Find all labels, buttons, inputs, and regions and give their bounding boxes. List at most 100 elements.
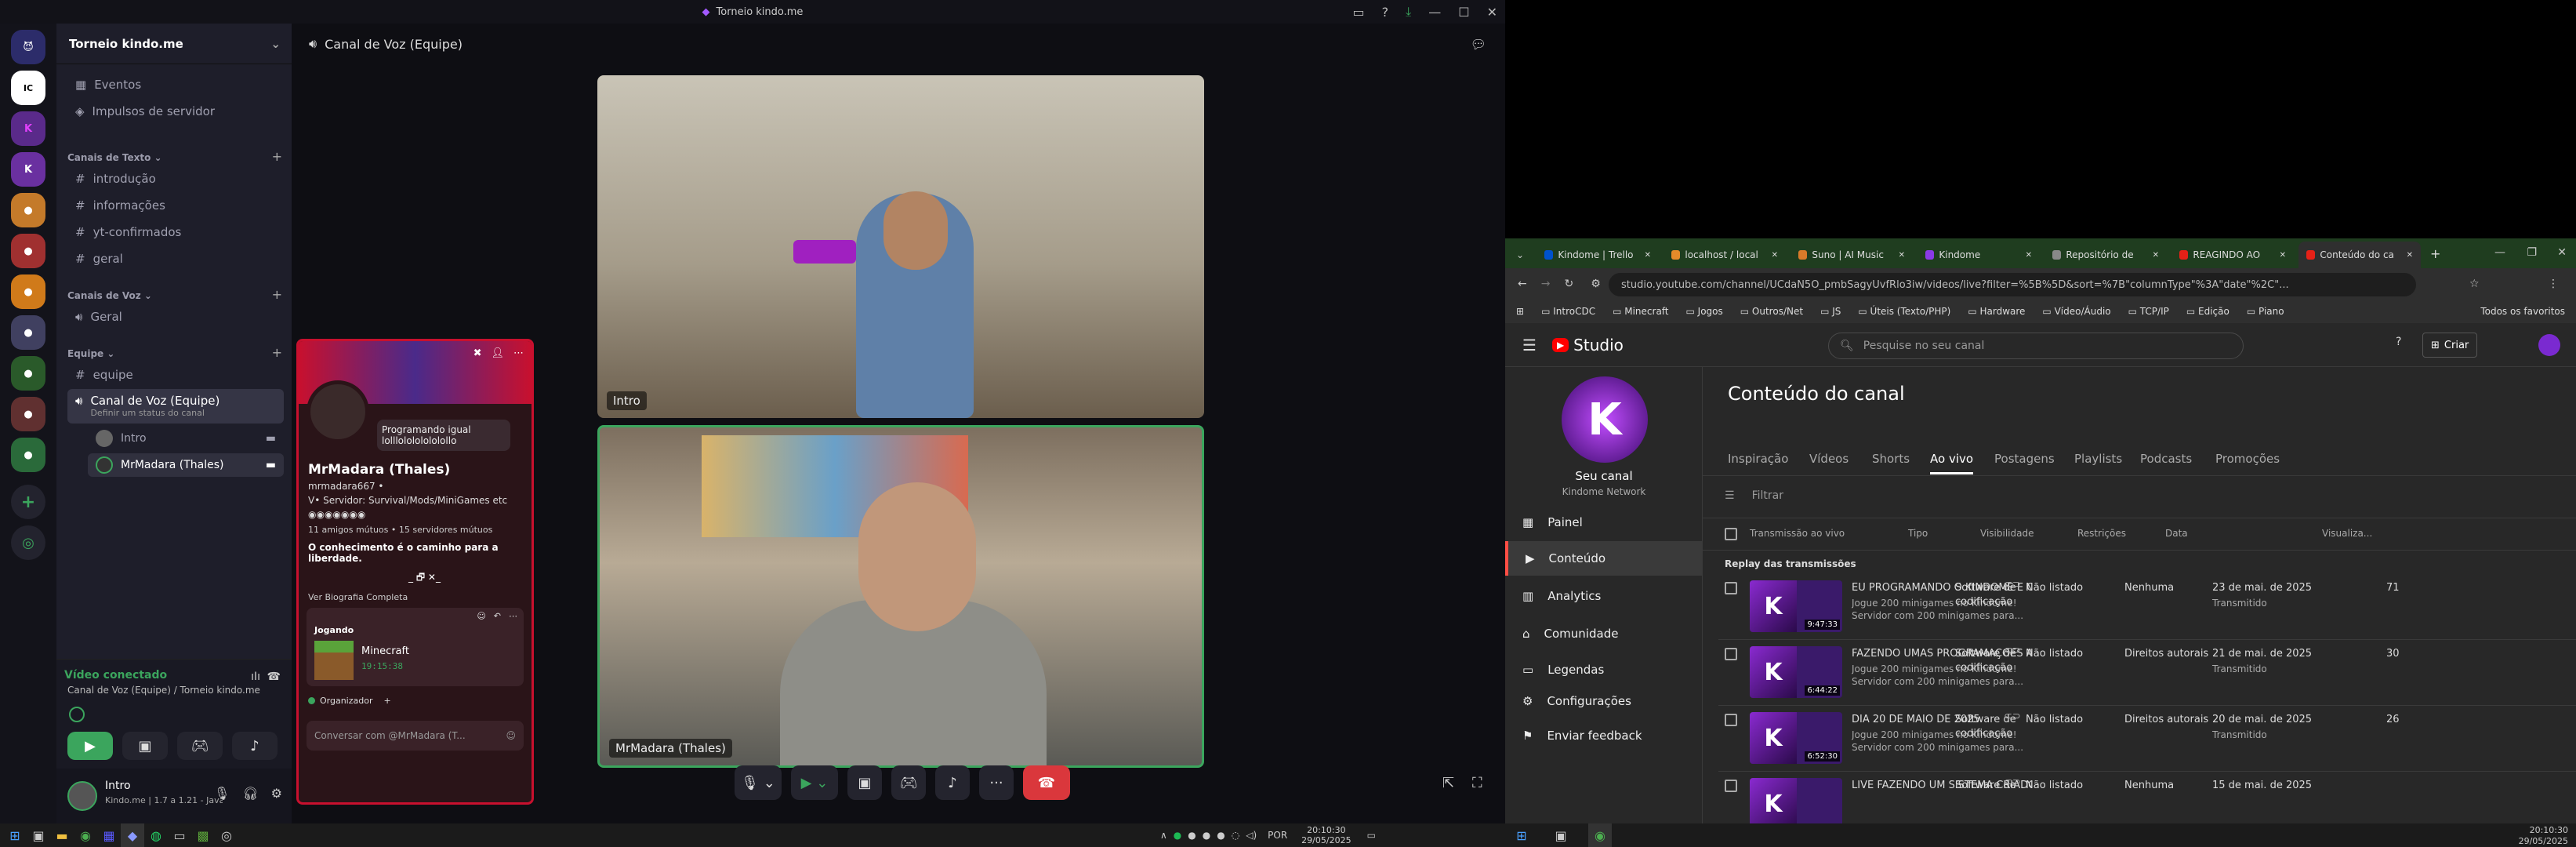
mutuals[interactable]: 11 amigos mútuos • 15 servidores mútuos: [308, 525, 492, 535]
row-checkbox[interactable]: [1725, 582, 1737, 594]
select-all-checkbox[interactable]: [1725, 528, 1737, 540]
browser-tab[interactable]: Repositório de ✕: [2044, 242, 2167, 268]
add-channel-icon[interactable]: +: [272, 149, 282, 164]
reload-icon[interactable]: ↻: [1564, 278, 1573, 290]
start-icon[interactable]: ⊞: [3, 823, 27, 847]
video-thumbnail[interactable]: K 9:47:33: [1750, 580, 1842, 632]
emoji-icon[interactable]: ☺: [506, 730, 516, 741]
channel-geral-text[interactable]: # geral: [67, 246, 284, 271]
maximize-button[interactable]: ❐: [2527, 246, 2537, 259]
tray-app-icon[interactable]: ●: [1188, 830, 1195, 841]
block-icon[interactable]: ✖: [473, 347, 482, 359]
all-bookmarks[interactable]: Todos os favoritos: [2480, 306, 2565, 317]
see-full-bio-link[interactable]: Ver Biografia Completa: [308, 592, 408, 602]
tab-4[interactable]: Postagens: [1994, 452, 2055, 466]
tab-5[interactable]: Playlists: [2074, 452, 2122, 466]
server-icon-4[interactable]: K: [11, 152, 45, 187]
apps-icon[interactable]: ⊞: [1516, 306, 1524, 317]
visibility[interactable]: Não listado: [2026, 780, 2083, 791]
browser-tab[interactable]: Kindome ✕: [1917, 242, 2040, 268]
file-explorer-icon[interactable]: ▬: [50, 823, 74, 847]
browser-tab[interactable]: Suno | AI Music ✕: [1791, 242, 1913, 268]
hamburger-icon[interactable]: ☰: [1522, 336, 1537, 354]
video-thumbnail[interactable]: K 6:52:30: [1750, 712, 1842, 764]
site-info-icon[interactable]: ⚙: [1591, 278, 1601, 290]
table-row[interactable]: K 9:47:33 EU PROGRAMANDO O KINDOME E OU...…: [1718, 574, 2576, 640]
soundboard-button[interactable]: ♪: [935, 765, 970, 800]
clock-2[interactable]: 20:10:30 29/05/2025: [2519, 823, 2568, 847]
table-row[interactable]: K 6:52:30 DIA 20 DE MAIO DE 2025 Jogue 200 …: [1718, 706, 2576, 772]
nav-comunidade[interactable]: ⌂ Comunidade: [1505, 616, 1703, 651]
server-icon-2[interactable]: IC: [11, 71, 45, 105]
screen-share-button[interactable]: ▣: [122, 732, 168, 760]
browser-tab[interactable]: Kindome | Trello ✕: [1537, 242, 1659, 268]
video-button[interactable]: ▶ ⌄: [791, 765, 838, 800]
tray-app-icon[interactable]: ●: [1217, 830, 1225, 841]
task-view-icon[interactable]: ▣: [27, 823, 50, 847]
more-icon[interactable]: ⋯: [513, 347, 524, 359]
message-input[interactable]: Conversar com @MrMadara (T... ☺: [307, 721, 524, 751]
address-bar[interactable]: studio.youtube.com/channel/UCdaN5O_pmbSa…: [1609, 273, 2416, 296]
reply-icon[interactable]: ↶: [494, 611, 501, 621]
col-header[interactable]: Restrições: [2077, 528, 2126, 539]
nav-feedback[interactable]: ⚑ Enviar feedback: [1505, 718, 1703, 753]
bookmark-item[interactable]: ▭ Piano: [2247, 306, 2284, 317]
popout-icon[interactable]: ⇱: [1442, 775, 1454, 791]
row-checkbox[interactable]: [1725, 780, 1737, 792]
bookmark-item[interactable]: ▭ JS: [1820, 306, 1841, 317]
server-icon-8[interactable]: ●: [11, 315, 45, 350]
tray-app-icon[interactable]: ●: [1174, 830, 1181, 841]
server-icon-3[interactable]: K: [11, 111, 45, 146]
whatsapp-icon[interactable]: ◍: [144, 823, 168, 847]
maximize-button[interactable]: ☐: [1458, 5, 1469, 20]
category-voice[interactable]: Canais de Voz ⌄: [67, 290, 152, 301]
app-icon[interactable]: ▦: [97, 823, 121, 847]
server-icon-11[interactable]: ●: [11, 438, 45, 472]
add-friend-icon[interactable]: 👤︎: [491, 347, 504, 359]
clock[interactable]: 20:10:30 29/05/2025: [1301, 825, 1351, 845]
tab-close-icon[interactable]: ✕: [1772, 251, 1778, 260]
server-icon-9[interactable]: ●: [11, 356, 45, 391]
task-view-icon-2[interactable]: ▣: [1549, 823, 1573, 847]
star-icon[interactable]: ☆: [2469, 278, 2480, 290]
nav-analytics[interactable]: ▥ Analytics: [1505, 579, 1703, 613]
nav-painel[interactable]: ▦ Painel: [1505, 505, 1703, 540]
col-header[interactable]: Transmissão ao vivo: [1750, 528, 1845, 539]
more-icon[interactable]: ⋯: [509, 611, 517, 621]
settings-icon[interactable]: ⚙: [271, 786, 282, 801]
server-item-events[interactable]: ▦ Eventos: [67, 72, 284, 97]
noise-suppression-icon[interactable]: ıIı: [251, 671, 260, 683]
nav-conteudo[interactable]: ▶ Conteúdo: [1505, 541, 1703, 576]
server-icon-10[interactable]: ●: [11, 397, 45, 431]
avatar[interactable]: [67, 781, 97, 811]
tab-close-icon[interactable]: ✕: [2153, 251, 2159, 260]
channel-geral-voice[interactable]: 🔊︎ Geral: [67, 304, 284, 329]
tab-close-icon[interactable]: ✕: [1645, 251, 1651, 260]
screen-share-button[interactable]: ▣: [847, 765, 882, 800]
studio-logo[interactable]: Studio: [1573, 336, 1624, 354]
nav-legendas[interactable]: ▭ Legendas: [1505, 653, 1703, 687]
channel-status[interactable]: Definir um status do canal: [90, 408, 220, 418]
emoji-icon[interactable]: ☺: [477, 611, 485, 621]
close-button[interactable]: ✕: [2557, 246, 2567, 259]
mute-button[interactable]: 🎙︎ ⌄: [735, 765, 782, 800]
server-icon-1[interactable]: 😈: [11, 30, 45, 64]
bookmark-item[interactable]: ▭ Úteis (Texto/PHP): [1858, 306, 1950, 317]
avatar[interactable]: [2538, 334, 2560, 356]
tab-close-icon[interactable]: ✕: [2026, 251, 2032, 260]
search-input[interactable]: 🔍︎ Pesquise no seu canal: [1828, 333, 2244, 359]
row-checkbox[interactable]: [1725, 648, 1737, 660]
disconnect-icon[interactable]: ☎: [267, 671, 281, 683]
tab-1[interactable]: Vídeos: [1809, 452, 1849, 466]
server-icon-6[interactable]: ●: [11, 234, 45, 268]
category-text[interactable]: Canais de Texto ⌄: [67, 152, 162, 163]
fullscreen-icon[interactable]: ⛶: [1472, 775, 1482, 791]
soundboard-button[interactable]: ♪: [232, 732, 278, 760]
table-row[interactable]: K LIVE FAZENDO UM SISTEMA CRIADO... Softwa…: [1718, 772, 2576, 823]
tab-search-icon[interactable]: ⌄: [1508, 242, 1532, 268]
microphone-icon[interactable]: 🎙︎: [214, 786, 230, 801]
add-role-icon[interactable]: +: [384, 696, 391, 706]
channel-introducao[interactable]: # introdução: [67, 166, 284, 191]
create-button[interactable]: ⊞ Criar: [2422, 333, 2478, 358]
tray-app-icon[interactable]: ●: [1203, 830, 1210, 841]
